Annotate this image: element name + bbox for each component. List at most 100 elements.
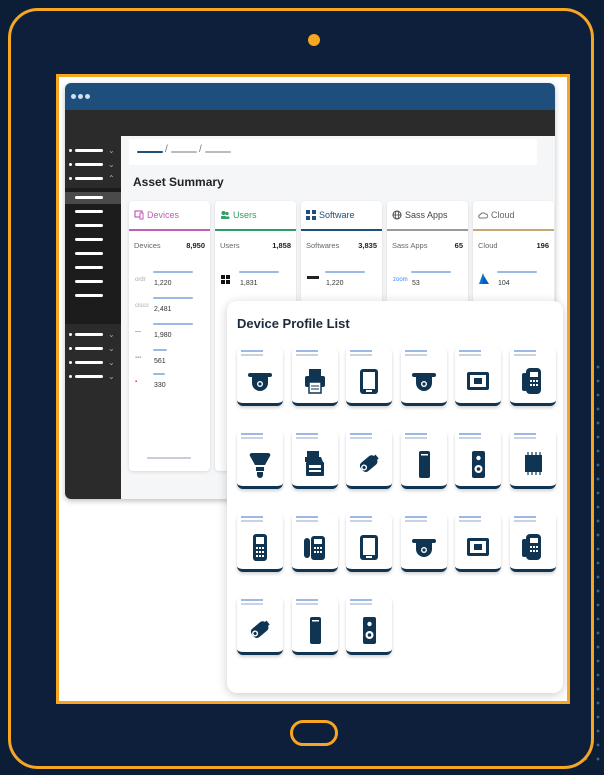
tile-label-line xyxy=(241,354,263,356)
chevron-down-icon: ⌄ xyxy=(108,344,115,353)
list-item[interactable]: zoom 53 xyxy=(393,271,467,293)
asset-card-devices[interactable]: Devices Devices 8,950 ordr 1,220 cisco 2,48… xyxy=(129,201,210,471)
sidebar-subnav xyxy=(65,188,121,324)
device-profile-tile[interactable] xyxy=(237,596,283,655)
tile-label-line xyxy=(295,350,318,352)
sidebar-item[interactable]: ⌄ xyxy=(65,370,121,384)
device-profile-tile[interactable] xyxy=(237,513,283,572)
sidebar-item[interactable]: ⌄ xyxy=(65,328,121,342)
subnav-item[interactable] xyxy=(75,196,103,199)
card-label: Sass Apps xyxy=(392,241,428,250)
chevron-down-icon: ⌄ xyxy=(108,358,115,367)
sidebar-item[interactable]: ⌄ xyxy=(65,356,121,370)
device-profile-tile[interactable] xyxy=(346,347,392,406)
list-item[interactable]: ▪ 330 xyxy=(135,373,209,395)
device-profile-tile[interactable] xyxy=(291,513,338,572)
tile-label-line xyxy=(404,354,427,356)
device-profile-tile[interactable] xyxy=(346,596,392,655)
tile-label-line xyxy=(295,599,318,601)
card-total: 196 xyxy=(536,241,549,250)
tile-label-line xyxy=(295,516,318,518)
scroll-indicator[interactable] xyxy=(147,457,191,459)
window-dot[interactable] xyxy=(78,94,83,99)
card-header: Software xyxy=(301,201,382,231)
subnav-item[interactable] xyxy=(75,224,103,227)
users-icon xyxy=(221,211,230,219)
printer-icon xyxy=(304,369,325,394)
list-item[interactable]: 104 xyxy=(479,271,553,293)
sidebar-item[interactable]: ⌄ xyxy=(65,158,121,172)
window-dot[interactable] xyxy=(85,94,90,99)
subnav-item[interactable] xyxy=(75,294,103,297)
item-value: 2,481 xyxy=(154,306,172,313)
panel-title: Device Profile List xyxy=(237,316,350,331)
subnav-item[interactable] xyxy=(75,266,103,269)
list-item[interactable]: ordr 1,220 xyxy=(135,271,209,293)
item-value: 1,980 xyxy=(154,332,172,339)
device-profile-tile[interactable] xyxy=(509,513,556,572)
multifunction-printer-icon xyxy=(304,451,324,476)
server-tower-icon xyxy=(418,451,430,478)
chevron-down-icon: ⌄ xyxy=(108,372,115,381)
device-profile-tile[interactable] xyxy=(291,430,338,489)
cisco-logo: cisco xyxy=(135,303,149,309)
subnav-item[interactable] xyxy=(75,210,103,213)
tablet-home-button[interactable] xyxy=(290,720,338,746)
monitor-icon xyxy=(467,538,489,556)
device-profile-tile[interactable] xyxy=(455,513,501,572)
tile-label-line xyxy=(350,437,372,439)
device-profile-tile[interactable] xyxy=(291,347,338,406)
device-profile-tile[interactable] xyxy=(237,430,283,489)
list-item[interactable]: — 1,980 xyxy=(135,323,209,345)
device-profile-tile[interactable] xyxy=(346,513,392,572)
globe-icon xyxy=(392,210,402,220)
card-total: 65 xyxy=(454,241,463,250)
tile-label-line xyxy=(404,516,427,518)
card-label: Users xyxy=(220,241,240,250)
sidebar-item[interactable]: ⌄ xyxy=(65,144,121,158)
device-profile-tile[interactable] xyxy=(455,430,501,489)
card-title: Users xyxy=(233,210,257,220)
subnav-item[interactable] xyxy=(75,280,103,283)
tile-label-line xyxy=(459,433,481,435)
camera-bullet-icon xyxy=(250,620,270,638)
list-item[interactable]: ▪▪▪ 561 xyxy=(135,349,209,371)
device-profile-tile[interactable] xyxy=(455,347,501,406)
tile-label-line xyxy=(513,350,536,352)
subnav-item[interactable] xyxy=(75,252,103,255)
item-value: 53 xyxy=(412,280,420,287)
tablet-icon xyxy=(360,535,378,560)
device-profile-tile[interactable] xyxy=(400,513,447,572)
device-profile-tile[interactable] xyxy=(400,430,447,489)
breadcrumb-item[interactable] xyxy=(137,151,163,153)
device-profile-tile[interactable] xyxy=(237,347,283,406)
list-item[interactable]: 1,831 xyxy=(221,271,295,293)
list-item[interactable]: cisco 2,481 xyxy=(135,297,209,319)
item-value: 1,220 xyxy=(154,280,172,287)
device-profile-tile[interactable] xyxy=(291,596,338,655)
window-dot[interactable] xyxy=(71,94,76,99)
device-profile-tile[interactable] xyxy=(509,430,556,489)
monitor-icon xyxy=(467,372,489,390)
device-profile-tile[interactable] xyxy=(509,347,556,406)
card-title: Sass Apps xyxy=(405,210,448,220)
card-header: Devices xyxy=(129,201,210,231)
ip-phone-icon xyxy=(521,368,541,394)
device-profile-tile[interactable] xyxy=(400,347,447,406)
list-item[interactable]: 1,220 xyxy=(307,271,381,293)
camera-bullet-icon xyxy=(359,454,379,472)
tile-label-line xyxy=(241,520,263,522)
sidebar-item[interactable]: ⌃ xyxy=(65,172,121,186)
item-value: 330 xyxy=(154,382,166,389)
card-header: Users xyxy=(215,201,296,231)
subnav-item[interactable] xyxy=(75,238,103,241)
tile-label-line xyxy=(459,437,481,439)
zoom-logo: zoom xyxy=(393,277,408,283)
tile-label-line xyxy=(513,354,536,356)
sidebar-item[interactable]: ⌄ xyxy=(65,342,121,356)
breadcrumb-item[interactable] xyxy=(205,151,231,153)
breadcrumb-item[interactable] xyxy=(171,151,197,153)
device-profile-tile[interactable] xyxy=(346,430,392,489)
item-value: 561 xyxy=(154,358,166,365)
tablet-screen: ⌄ ⌄ ⌃ ⌄ ⌄ ⌄ ⌄ / / Asset Summary Devices … xyxy=(56,74,570,704)
